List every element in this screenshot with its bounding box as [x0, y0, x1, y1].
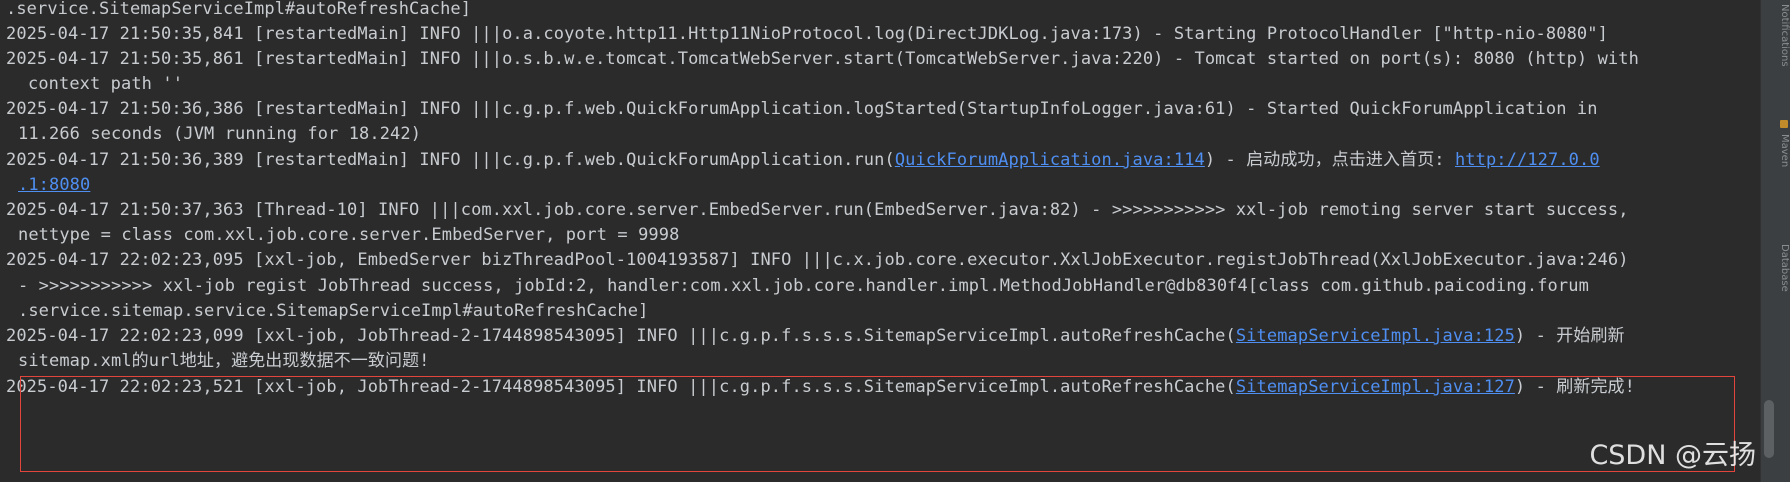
side-tab-maven[interactable]: Maven	[1776, 134, 1790, 206]
log-line: 2025-04-17 21:50:36,389 [restartedMain] …	[6, 146, 1600, 175]
log-line: 2025-04-17 22:02:23,095 [xxl-job, EmbedS…	[6, 250, 1629, 270]
homepage-url-link-continued[interactable]: .1:8080	[18, 175, 90, 195]
log-text: ) - 开始刷新	[1514, 326, 1625, 346]
scrollbar-thumb[interactable]	[1764, 400, 1774, 458]
source-link[interactable]: SitemapServiceImpl.java:127	[1236, 377, 1515, 397]
watermark: CSDN @云扬	[1589, 440, 1756, 471]
log-text: 2025-04-17 22:02:23,099 [xxl-job, JobThr…	[6, 326, 1236, 346]
log-text: ) - 启动成功，点击进入首页:	[1204, 150, 1455, 170]
source-link[interactable]: SitemapServiceImpl.java:125	[1236, 326, 1515, 346]
log-line: 2025-04-17 21:50:35,861 [restartedMain] …	[6, 49, 1639, 69]
log-text: 2025-04-17 21:50:36,389 [restartedMain] …	[6, 150, 895, 170]
log-line: 2025-04-17 22:02:23,521 [xxl-job, JobThr…	[6, 373, 1635, 402]
side-tab-marker-icon	[1780, 120, 1788, 128]
log-text: 2025-04-17 22:02:23,521 [xxl-job, JobThr…	[6, 377, 1236, 397]
log-line-continuation: 11.266 seconds (JVM running for 18.242)	[18, 124, 422, 144]
side-tab-database[interactable]: Database	[1776, 244, 1790, 320]
source-link[interactable]: QuickForumApplication.java:114	[895, 150, 1205, 170]
side-tab-notifications[interactable]: Notifications	[1776, 4, 1790, 68]
console-output[interactable]: .service.SitemapServiceImpl#autoRefreshC…	[0, 0, 1760, 482]
log-line-continuation: sitemap.xml的url地址，避免出现数据不一致问题!	[18, 351, 430, 371]
log-text: ) - 刷新完成!	[1514, 377, 1635, 397]
homepage-url-link[interactable]: http://127.0.0	[1455, 150, 1600, 170]
